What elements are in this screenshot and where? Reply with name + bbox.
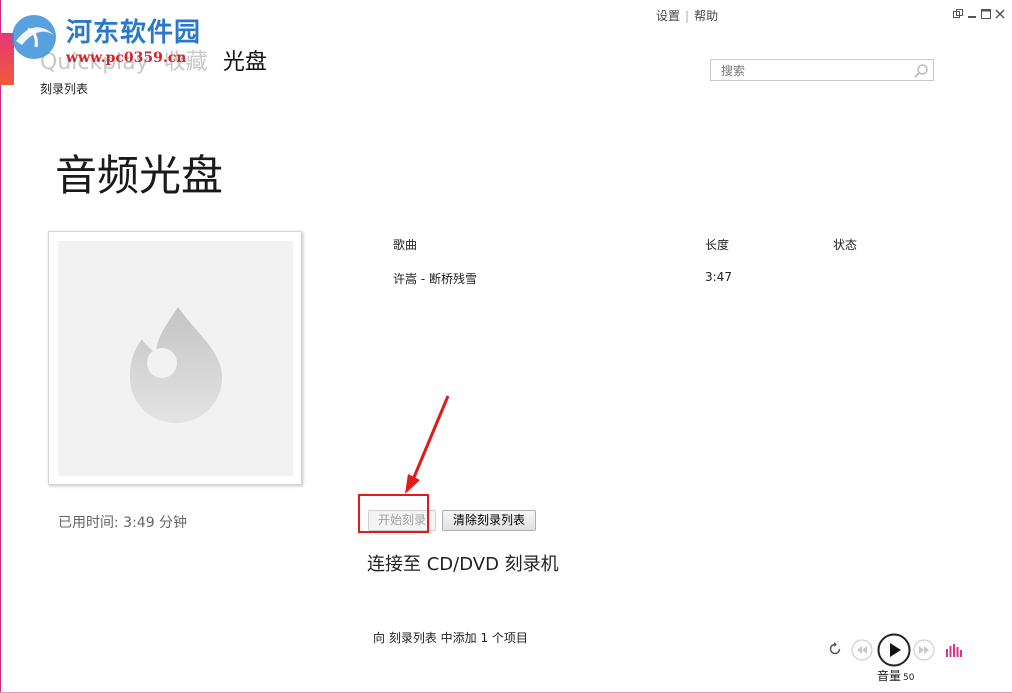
maximize-icon[interactable] <box>980 8 992 20</box>
menu-separator: | <box>685 9 690 23</box>
subnav-burn-list[interactable]: 刻录列表 <box>40 80 88 97</box>
settings-link[interactable]: 设置 <box>656 9 680 23</box>
search-box[interactable] <box>710 59 934 81</box>
window-left-border <box>0 0 1 693</box>
cell-song: 许嵩 - 断桥残雪 <box>393 272 477 286</box>
help-link[interactable]: 帮助 <box>694 9 718 23</box>
top-menu: 设置 | 帮助 <box>656 7 718 24</box>
watermark-url: www.pc0359.cn <box>66 50 187 66</box>
equalizer-icon[interactable] <box>946 644 962 657</box>
connect-burner-message: 连接至 CD/DVD 刻录机 <box>367 554 559 575</box>
watermark-title: 河东软件园 <box>66 18 202 48</box>
close-icon[interactable] <box>994 8 1006 20</box>
column-header-length[interactable]: 长度 <box>705 236 729 253</box>
window-controls <box>952 8 1006 22</box>
used-time: 已用时间: 3:49 分钟 <box>58 515 188 528</box>
annotation-arrow <box>405 395 450 494</box>
column-header-song[interactable]: 歌曲 <box>393 236 417 253</box>
flame-icon <box>130 307 222 423</box>
volume-value: 50 <box>903 673 915 683</box>
annotation-highlight-box <box>358 494 429 533</box>
page-title: 音频光盘 <box>55 151 224 200</box>
search-icon[interactable] <box>913 63 929 79</box>
album-art <box>48 231 302 485</box>
album-art-placeholder <box>58 241 293 476</box>
search-input[interactable] <box>719 62 913 80</box>
volume-indicator[interactable]: 音量 50 <box>877 667 914 684</box>
status-message: 向 刻录列表 中添加 1 个项目 <box>373 631 528 645</box>
refresh-icon[interactable] <box>828 642 842 656</box>
breadcrumb-current: 光盘 <box>222 50 267 75</box>
watermark-logo-icon <box>12 15 56 59</box>
clear-burn-list-button[interactable]: 清除刻录列表 <box>442 510 536 531</box>
column-header-status[interactable]: 状态 <box>833 236 857 253</box>
cell-length: 3:47 <box>705 270 732 284</box>
play-icon[interactable] <box>877 633 911 667</box>
rewind-icon[interactable] <box>851 639 873 661</box>
restore-icon[interactable] <box>952 8 964 20</box>
fast-forward-icon[interactable] <box>913 639 935 661</box>
volume-label: 音量 <box>877 669 902 683</box>
minimize-icon[interactable] <box>966 8 978 20</box>
